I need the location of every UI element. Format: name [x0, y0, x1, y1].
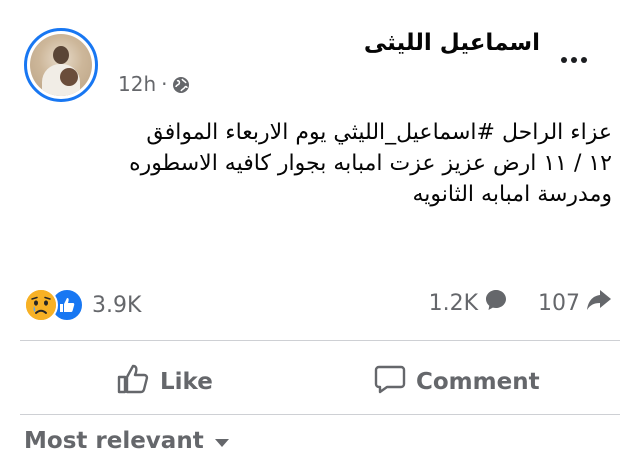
- reaction-count[interactable]: 3.9K: [92, 293, 141, 318]
- engagement-counts: 1.2K 107: [429, 288, 612, 318]
- like-label: Like: [160, 369, 213, 395]
- post-text-line: ١٢ / ١١ ارض عزيز عزت امبابه بجوار كافيه …: [129, 151, 612, 176]
- more-options-button[interactable]: [556, 50, 592, 70]
- comment-label: Comment: [416, 369, 540, 395]
- comment-bubble-icon: [484, 288, 508, 318]
- post-text: عزاء الراحل #اسماعيل_الليثي يوم الاربعاء…: [12, 117, 612, 210]
- globe-icon: [172, 75, 190, 93]
- share-count: 107: [538, 290, 580, 316]
- reactions-summary[interactable]: 3.9K: [24, 288, 141, 322]
- sort-label: Most relevant: [24, 428, 204, 454]
- sad-reaction-icon: [24, 288, 58, 322]
- divider: [20, 414, 620, 415]
- share-arrow-icon: [586, 288, 612, 318]
- comment-count: 1.2K: [428, 290, 478, 316]
- author-name[interactable]: اسماعيل الليثى: [364, 30, 540, 56]
- caret-down-icon: [214, 428, 230, 454]
- avatar[interactable]: [24, 28, 98, 102]
- comment-count-group[interactable]: 1.2K: [429, 288, 508, 318]
- post-text-line: عزاء الراحل #اسماعيل_الليثي يوم الاربعاء…: [146, 120, 612, 145]
- comment-icon: [374, 363, 406, 401]
- like-button[interactable]: Like: [116, 360, 213, 404]
- thumbs-up-icon: [116, 363, 150, 401]
- post-text-line: ومدرسة امبابه الثانويه: [412, 182, 612, 207]
- profile-photo: [30, 34, 92, 96]
- facebook-post: اسماعيل الليثى 12h · عزاء الراحل #اسماعي…: [0, 0, 640, 475]
- timestamp[interactable]: 12h: [118, 72, 156, 96]
- post-meta: 12h ·: [118, 72, 190, 96]
- comment-button[interactable]: Comment: [374, 360, 540, 404]
- comment-sort-dropdown[interactable]: Most relevant: [24, 428, 230, 454]
- meta-separator: ·: [161, 72, 168, 96]
- divider: [20, 340, 620, 341]
- share-count-group[interactable]: 107: [538, 288, 612, 318]
